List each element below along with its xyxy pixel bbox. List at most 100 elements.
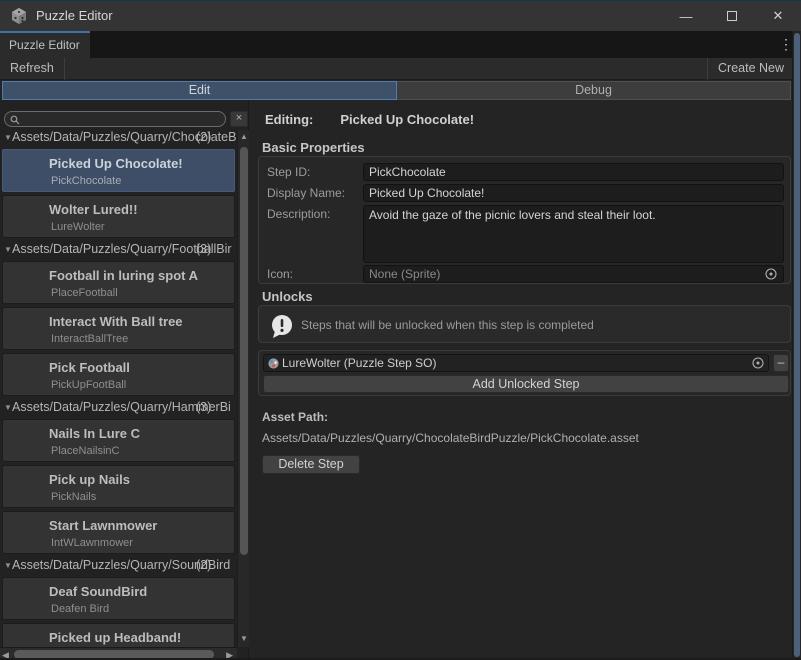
- search-input[interactable]: [23, 112, 221, 126]
- step-list-item[interactable]: Pick up Nails PickNails: [2, 465, 235, 508]
- unlocks-title: Unlocks: [262, 289, 313, 304]
- basic-properties-title: Basic Properties: [262, 140, 365, 155]
- step-list-item[interactable]: Interact With Ball tree InteractBallTree: [2, 307, 235, 350]
- step-item-id: LureWolter: [51, 221, 105, 233]
- search-field[interactable]: [4, 111, 226, 127]
- description-field[interactable]: Avoid the gaze of the picnic lovers and …: [363, 205, 784, 263]
- step-item-id: Deafen Bird: [51, 603, 109, 615]
- step-list-item[interactable]: Start Lawnmower IntWLawnmower: [2, 511, 235, 554]
- step-item-id: InteractBallTree: [51, 333, 128, 345]
- toolbar: Refresh Create New: [0, 58, 801, 80]
- delete-step-button[interactable]: Delete Step: [262, 455, 360, 474]
- scroll-down-icon[interactable]: ▼: [238, 634, 250, 643]
- unlocks-help-box: Steps that will be unlocked when this st…: [258, 305, 791, 343]
- step-list-item[interactable]: Wolter Lured!! LureWolter: [2, 195, 235, 238]
- foldout-triangle-icon[interactable]: ▼: [0, 245, 12, 254]
- step-item-title: Nails In Lure C: [49, 426, 140, 441]
- sidebar-groups: ▼Assets/Data/Puzzles/Quarry/ChocolateB(2…: [0, 130, 237, 647]
- search-icon: [10, 115, 20, 125]
- step-item-title: Wolter Lured!!: [49, 202, 138, 217]
- mode-tabs: Edit Debug: [2, 81, 791, 100]
- step-list-item[interactable]: Football in luring spot A PlaceFootball: [2, 261, 235, 304]
- foldout-triangle-icon[interactable]: ▼: [0, 403, 12, 412]
- group-count-badge: (3): [196, 400, 211, 414]
- editing-header: Editing: Picked Up Chocolate!: [265, 112, 474, 127]
- step-item-title: Pick Football: [49, 360, 130, 375]
- tab-label: Puzzle Editor: [0, 33, 90, 52]
- step-item-title: Start Lawnmower: [49, 518, 157, 533]
- unlock-object-name: LureWolter (Puzzle Step SO): [282, 356, 749, 370]
- search-row: ×: [0, 111, 249, 127]
- scroll-up-icon[interactable]: ▲: [238, 132, 250, 141]
- step-item-id: PickUpFootBall: [51, 379, 126, 391]
- unlock-list-box: LureWolter (Puzzle Step SO) – Add Unlock…: [258, 350, 791, 396]
- icon-label: Icon:: [267, 267, 293, 281]
- step-list-item[interactable]: Picked up Headband!: [2, 623, 235, 647]
- step-list-panel: × ▼Assets/Data/Puzzles/Quarry/ChocolateB…: [0, 100, 249, 660]
- window-scrollbar-thumb[interactable]: [794, 33, 800, 657]
- basic-properties-box: Step ID: Display Name: Description: Avoi…: [258, 156, 791, 284]
- asset-path-label: Asset Path:: [262, 410, 328, 424]
- app-cube-icon: [10, 7, 28, 25]
- list-scrollbar-thumb[interactable]: [240, 147, 248, 555]
- step-item-title: Interact With Ball tree: [49, 314, 183, 329]
- step-item-id: PickChocolate: [51, 175, 121, 187]
- window-title: Puzzle Editor: [36, 8, 113, 23]
- info-icon: [269, 313, 295, 339]
- icon-object-value: None (Sprite): [369, 267, 761, 281]
- maximize-button[interactable]: [709, 1, 755, 31]
- unlock-object-picker-icon[interactable]: [751, 356, 765, 370]
- add-unlocked-step-button[interactable]: Add Unlocked Step: [263, 375, 789, 393]
- editor-tab-bar: Puzzle Editor ⋮: [0, 31, 801, 58]
- refresh-button[interactable]: Refresh: [0, 58, 65, 80]
- step-item-title: Football in luring spot A: [49, 268, 198, 283]
- step-item-id: PlaceFootball: [51, 287, 118, 299]
- editing-label: Editing:: [265, 112, 313, 127]
- tab-puzzle-editor[interactable]: Puzzle Editor: [0, 31, 90, 58]
- step-item-title: Deaf SoundBird: [49, 584, 147, 599]
- group-count-badge: (2): [196, 130, 211, 144]
- step-item-id: PickNails: [51, 491, 96, 503]
- remove-unlock-button[interactable]: –: [773, 354, 789, 372]
- step-item-title: Picked Up Chocolate!: [49, 156, 183, 171]
- group-foldout-header[interactable]: ▼Assets/Data/Puzzles/Quarry/ChocolateB(2…: [0, 130, 237, 146]
- group-foldout-header[interactable]: ▼Assets/Data/Puzzles/Quarry/SoundBird(2): [0, 558, 237, 574]
- step-editor-panel: Editing: Picked Up Chocolate! Basic Prope…: [250, 100, 792, 660]
- object-picker-icon[interactable]: [764, 267, 778, 281]
- minimize-button[interactable]: —: [663, 1, 709, 31]
- step-list-item[interactable]: Pick Football PickUpFootBall: [2, 353, 235, 396]
- list-vertical-scrollbar[interactable]: ▲ ▼: [237, 130, 249, 647]
- tab-edit[interactable]: Edit: [2, 81, 397, 100]
- create-new-button[interactable]: Create New: [707, 58, 794, 80]
- maximize-icon: [727, 11, 737, 21]
- group-foldout-header[interactable]: ▼Assets/Data/Puzzles/Quarry/HammerBi(3): [0, 400, 237, 416]
- window-vertical-scrollbar[interactable]: [792, 31, 801, 660]
- puzzle-editor-window: Puzzle Editor — ✕ Puzzle Editor ⋮ Refres…: [0, 0, 801, 660]
- step-item-title: Pick up Nails: [49, 472, 130, 487]
- group-foldout-header[interactable]: ▼Assets/Data/Puzzles/Quarry/FootballBir(…: [0, 242, 237, 258]
- title-bar: Puzzle Editor — ✕: [0, 1, 801, 31]
- group-count-badge: (3): [196, 242, 211, 256]
- asset-path-value: Assets/Data/Puzzles/Quarry/ChocolateBird…: [262, 431, 639, 445]
- foldout-triangle-icon[interactable]: ▼: [0, 561, 12, 570]
- scriptable-object-icon: [267, 357, 280, 370]
- step-item-title: Picked up Headband!: [49, 630, 181, 645]
- display-name-field[interactable]: [363, 184, 784, 202]
- search-clear-button[interactable]: ×: [230, 111, 248, 127]
- tab-debug[interactable]: Debug: [397, 81, 791, 100]
- close-button[interactable]: ✕: [755, 1, 801, 31]
- step-id-label: Step ID:: [267, 165, 310, 179]
- tab-menu-kebab-icon[interactable]: ⋮: [779, 36, 793, 53]
- group-count-badge: (2): [196, 558, 211, 572]
- foldout-triangle-icon[interactable]: ▼: [0, 133, 12, 142]
- step-list-item[interactable]: Picked Up Chocolate! PickChocolate: [2, 149, 235, 192]
- icon-object-field[interactable]: None (Sprite): [363, 265, 784, 283]
- display-name-label: Display Name:: [267, 186, 345, 200]
- unlocks-help-text: Steps that will be unlocked when this st…: [301, 318, 594, 332]
- step-item-id: IntWLawnmower: [51, 537, 133, 549]
- unlock-object-field[interactable]: LureWolter (Puzzle Step SO): [263, 354, 769, 372]
- step-list-item[interactable]: Deaf SoundBird Deafen Bird: [2, 577, 235, 620]
- step-id-field[interactable]: [363, 163, 784, 181]
- editing-step-name: Picked Up Chocolate!: [340, 112, 474, 127]
- step-list-item[interactable]: Nails In Lure CPlaceNailsinC: [2, 419, 235, 462]
